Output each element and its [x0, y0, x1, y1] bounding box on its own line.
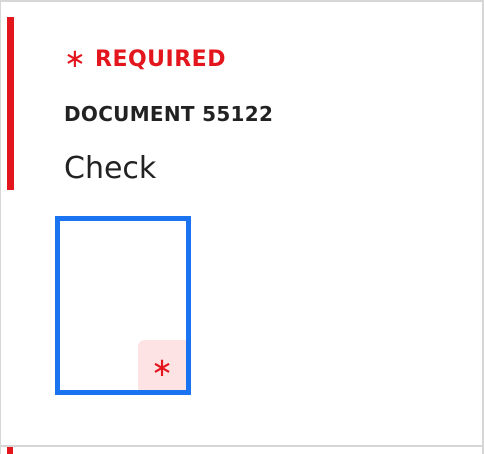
- next-field-required-indicator: [7, 447, 13, 454]
- field-label: Check: [64, 151, 157, 186]
- asterisk-icon: ∗: [151, 352, 173, 383]
- checkbox-required-badge: ∗: [138, 340, 186, 390]
- form-field-panel: ∗ REQUIRED DOCUMENT 55122 Check ∗: [0, 0, 484, 454]
- required-indicator-bar: [7, 17, 14, 190]
- divider: [1, 445, 482, 447]
- check-checkbox[interactable]: ∗: [55, 216, 191, 395]
- document-id: DOCUMENT 55122: [64, 102, 274, 126]
- asterisk-icon: ∗: [64, 44, 87, 74]
- required-flag: ∗ REQUIRED: [64, 44, 226, 74]
- required-label: REQUIRED: [95, 46, 226, 72]
